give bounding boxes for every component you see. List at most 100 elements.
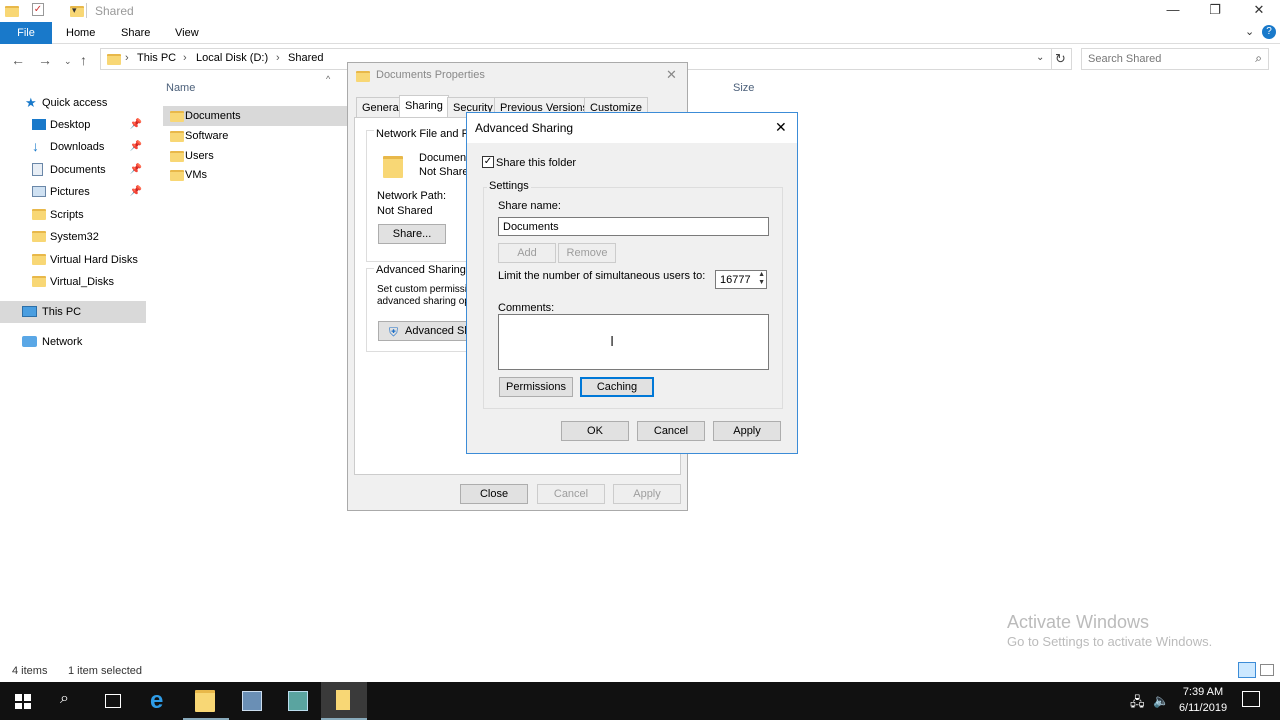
column-header-size[interactable]: Size <box>733 82 754 94</box>
tab-share[interactable]: Share <box>108 22 163 44</box>
chevron-down-icon[interactable]: ⌄ <box>1036 52 1044 63</box>
comments-textarea[interactable]: I <box>498 314 769 370</box>
column-header-name[interactable]: Name <box>166 82 195 94</box>
search-icon: ⌕ <box>60 690 69 707</box>
share-folder-checkbox[interactable]: ✓ <box>482 156 494 168</box>
ok-button[interactable]: OK <box>561 421 629 441</box>
nav-item-desktop[interactable]: Desktop 📌 <box>0 114 146 136</box>
clock-date[interactable]: 6/11/2019 <box>1176 702 1230 714</box>
tab-home[interactable]: Home <box>53 22 108 44</box>
user-limit-stepper[interactable]: 16777 ▲ ▼ <box>715 270 767 289</box>
tab-view[interactable]: View <box>162 22 212 44</box>
spin-arrows-icon[interactable]: ▲ ▼ <box>758 271 765 287</box>
network-tray-icon[interactable]: 🖧 <box>1130 693 1145 715</box>
taskbar-hyperv[interactable] <box>275 682 321 720</box>
folder-icon <box>32 276 46 287</box>
search-taskbar-button[interactable]: ⌕ <box>46 682 92 720</box>
close-button[interactable]: Close <box>460 484 528 504</box>
list-item[interactable]: Users <box>163 146 347 166</box>
share-name-field[interactable]: Documents <box>498 217 769 236</box>
add-button[interactable]: Add <box>498 243 556 263</box>
list-item[interactable]: Software <box>163 126 347 146</box>
caching-button[interactable]: Caching <box>580 377 654 397</box>
pin-icon[interactable]: 📌 <box>130 186 142 197</box>
refresh-icon[interactable]: ↻ <box>1055 51 1066 67</box>
nav-item-virtual-disks[interactable]: Virtual_Disks <box>0 271 146 293</box>
nav-label: Quick access <box>42 97 108 109</box>
maximize-button[interactable]: ❐ <box>1192 2 1238 18</box>
recent-locations-icon[interactable]: ⌄ <box>64 56 72 67</box>
nav-item-downloads[interactable]: ↓ Downloads 📌 <box>0 136 146 158</box>
network-path-value: Not Shared <box>377 205 433 217</box>
permissions-button[interactable]: Permissions <box>499 377 573 397</box>
nav-quick-access[interactable]: ★ Quick access <box>0 92 146 114</box>
group-description: Set custom permissic <box>377 284 473 295</box>
windows-logo-icon <box>15 694 31 709</box>
cancel-button[interactable]: Cancel <box>537 484 605 504</box>
task-view-button[interactable] <box>90 682 136 720</box>
taskbar-explorer-active[interactable] <box>321 682 367 720</box>
list-item[interactable]: VMs <box>163 165 347 185</box>
apply-button[interactable]: Apply <box>713 421 781 441</box>
chevron-right-icon[interactable]: › <box>183 52 187 64</box>
text-cursor-icon: I <box>610 333 615 350</box>
nav-item-scripts[interactable]: Scripts <box>0 204 146 226</box>
share-button[interactable]: Share... <box>378 224 446 244</box>
breadcrumb-local-disk[interactable]: Local Disk (D:) <box>196 52 268 64</box>
remove-button[interactable]: Remove <box>558 243 616 263</box>
back-arrow-icon[interactable]: ← <box>11 52 25 68</box>
notifications-icon[interactable] <box>1242 691 1260 707</box>
selection-count: 1 item selected <box>68 665 142 677</box>
search-icon: ⌕ <box>1255 51 1262 65</box>
advanced-sharing-dialog: Advanced Sharing ✕ ✓ Share this folder S… <box>466 112 798 454</box>
start-button[interactable] <box>0 682 46 720</box>
pin-icon[interactable]: 📌 <box>130 119 142 130</box>
forward-arrow-icon[interactable]: → <box>38 52 52 68</box>
chevron-down-icon[interactable]: ⌄ <box>1245 25 1254 38</box>
nav-this-pc[interactable]: This PC <box>0 301 146 323</box>
nav-item-virtual-hard-disks[interactable]: Virtual Hard Disks <box>0 249 146 271</box>
help-icon[interactable]: ? <box>1262 25 1276 39</box>
share-name-label: Share name: <box>498 200 561 212</box>
sort-ascending-icon: ^ <box>326 74 331 84</box>
apply-button[interactable]: Apply <box>613 484 681 504</box>
chevron-right-icon[interactable]: › <box>125 52 129 64</box>
file-name: Users <box>185 150 214 162</box>
large-icons-view-icon[interactable] <box>1260 664 1274 676</box>
nav-network[interactable]: Network <box>0 331 146 353</box>
close-icon[interactable]: ✕ <box>666 67 677 83</box>
tab-sharing[interactable]: Sharing <box>399 95 449 118</box>
nav-item-pictures[interactable]: Pictures 📌 <box>0 181 146 203</box>
taskbar-server-manager[interactable] <box>229 682 275 720</box>
taskbar-file-explorer[interactable] <box>183 682 229 720</box>
close-button[interactable]: ✕ <box>1236 2 1280 18</box>
close-icon[interactable]: ✕ <box>775 119 787 136</box>
cancel-button[interactable]: Cancel <box>637 421 705 441</box>
up-arrow-icon[interactable]: ↑ <box>80 52 87 68</box>
nav-label: Scripts <box>50 209 84 221</box>
server-manager-icon <box>242 691 262 711</box>
customize-toolbar-icon[interactable]: ▾ <box>72 5 77 16</box>
volume-muted-icon[interactable]: 🔈 <box>1153 693 1169 709</box>
ribbon: File Home Share View ⌄ ? <box>0 22 1280 44</box>
file-name: Software <box>185 130 229 142</box>
breadcrumb-shared[interactable]: Shared <box>288 52 323 64</box>
clock-time[interactable]: 7:39 AM <box>1180 686 1226 698</box>
search-input[interactable]: Search Shared ⌕ <box>1081 48 1269 70</box>
breadcrumb-this-pc[interactable]: This PC <box>137 52 176 64</box>
pin-icon[interactable]: 📌 <box>130 141 142 152</box>
chevron-right-icon[interactable]: › <box>276 52 280 64</box>
nav-label: Network <box>42 336 83 348</box>
list-item[interactable]: Documents <box>163 106 347 126</box>
advanced-sharing-button[interactable]: ⛨ Advanced Sh <box>378 321 478 341</box>
document-icon <box>32 163 43 176</box>
properties-icon[interactable]: ✓ <box>32 3 44 16</box>
taskbar-ie[interactable]: e <box>137 682 183 720</box>
tab-file[interactable]: File <box>0 22 52 44</box>
star-icon: ★ <box>25 95 37 110</box>
minimize-button[interactable]: — <box>1150 2 1196 17</box>
nav-item-system32[interactable]: System32 <box>0 226 146 248</box>
pin-icon[interactable]: 📌 <box>130 164 142 175</box>
details-view-icon[interactable] <box>1238 662 1256 678</box>
nav-item-documents[interactable]: Documents 📌 <box>0 159 146 181</box>
